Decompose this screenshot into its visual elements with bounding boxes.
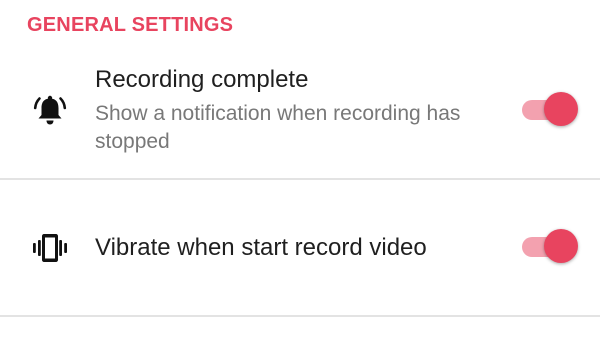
- setting-title: Recording complete: [95, 66, 309, 93]
- switch-thumb: [544, 229, 578, 263]
- setting-title: Vibrate when start record video: [95, 234, 427, 261]
- bell-ringing-icon: [30, 90, 70, 130]
- divider: [0, 315, 600, 317]
- settings-screen: GENERAL SETTINGS Recording complete Show…: [0, 0, 600, 337]
- setting-summary: Show a notification when recording has s…: [95, 102, 461, 153]
- section-header: GENERAL SETTINGS: [27, 14, 234, 36]
- recording-complete-switch[interactable]: [520, 91, 580, 127]
- setting-row-recording-complete[interactable]: Recording complete Show a notification w…: [0, 58, 600, 178]
- setting-row-vibrate[interactable]: Vibrate when start record video: [0, 180, 600, 315]
- vibrate-switch[interactable]: [520, 228, 580, 264]
- vibrate-icon: [30, 228, 70, 268]
- switch-thumb: [544, 92, 578, 126]
